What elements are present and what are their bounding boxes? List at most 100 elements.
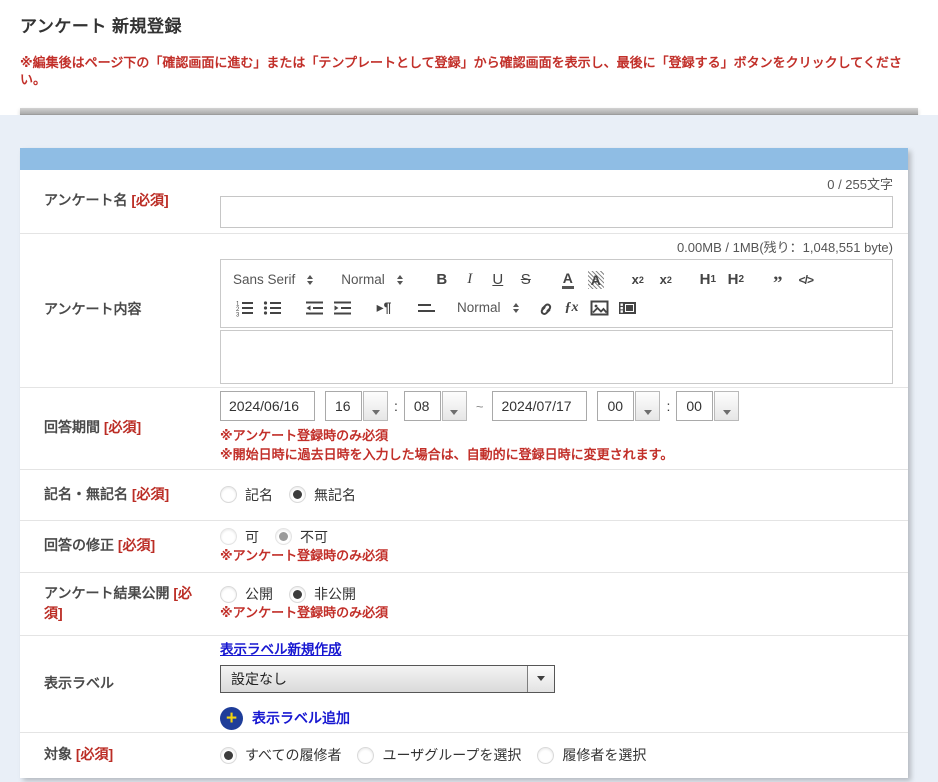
- chevron-down-icon: [537, 676, 545, 681]
- radio-button[interactable]: [220, 528, 237, 545]
- bullet-list-icon[interactable]: [261, 296, 283, 320]
- row-target: 対象 [必須] すべての履修者 ユーザグループを選択: [20, 733, 908, 778]
- radio-option-all-students[interactable]: すべての履修者: [220, 745, 341, 765]
- end-date-input[interactable]: [492, 391, 587, 421]
- survey-name-required-badge: [必須]: [131, 192, 168, 208]
- period-note-1: ※アンケート登録時のみ必須: [220, 427, 893, 446]
- range-tilde: ~: [476, 399, 484, 414]
- code-block-icon[interactable]: </>: [795, 268, 817, 292]
- radio-option-user-group[interactable]: ユーザグループを選択: [357, 745, 521, 765]
- period-note-2: ※開始日時に過去日時を入力した場合は、自動的に登録日時に変更されます。: [220, 446, 893, 465]
- row-anonymity: 記名・無記名 [必須] 記名 無記名: [20, 470, 908, 521]
- answer-period-label: 回答期間: [44, 419, 100, 435]
- page-header: アンケート 新規登録 ※編集後はページ下の「確認画面に進む」または「テンプレート…: [0, 0, 938, 115]
- survey-name-char-counter: 0 / 255文字: [220, 174, 893, 193]
- radio-option-editable[interactable]: 可: [220, 527, 259, 547]
- radio-button[interactable]: [289, 586, 306, 603]
- survey-form-panel: アンケート名 [必須] 0 / 255文字 アンケート内容 0.00MB / 1…: [20, 148, 908, 778]
- row-answer-period: 回答期間 [必須] :: [20, 388, 908, 470]
- indent-icon[interactable]: [331, 296, 353, 320]
- bold-icon[interactable]: B: [431, 268, 453, 292]
- chevron-down-icon: [723, 410, 731, 415]
- ordered-list-icon[interactable]: 123: [233, 296, 255, 320]
- page-title: アンケート 新規登録: [20, 12, 918, 37]
- row-survey-body: アンケート内容 0.00MB / 1MB(残り：1,048,551 byte) …: [20, 234, 908, 388]
- radio-option-private[interactable]: 非公開: [289, 584, 356, 604]
- row-result-publish: アンケート結果公開 [必須] 公開 非公開 ※アンケート登録: [20, 573, 908, 636]
- radio-option-named[interactable]: 記名: [220, 485, 273, 505]
- target-label: 対象: [44, 746, 72, 762]
- result-publish-label: アンケート結果公開: [44, 585, 169, 601]
- radio-button[interactable]: [220, 586, 237, 603]
- survey-name-input[interactable]: [220, 196, 893, 228]
- header-divider: [20, 108, 918, 115]
- superscript-icon[interactable]: x2: [655, 268, 677, 292]
- time-colon: :: [394, 398, 398, 414]
- start-minute-dropdown-button[interactable]: [442, 391, 467, 421]
- radio-button[interactable]: [220, 486, 237, 503]
- chevron-down-icon: [450, 410, 458, 415]
- blockquote-icon[interactable]: ”: [767, 268, 789, 292]
- align-icon[interactable]: [415, 296, 437, 320]
- header2-icon[interactable]: H2: [725, 268, 747, 292]
- display-label-label: 表示ラベル: [44, 675, 114, 691]
- survey-body-size-counter: 0.00MB / 1MB(残り：1,048,551 byte): [220, 237, 893, 256]
- underline-icon[interactable]: U: [487, 268, 509, 292]
- rich-text-editor-area[interactable]: [220, 330, 893, 384]
- radio-option-anonymous[interactable]: 無記名: [289, 485, 356, 505]
- result-publish-note: ※アンケート登録時のみ必須: [220, 604, 893, 623]
- text-color-icon[interactable]: A: [562, 271, 574, 289]
- outdent-icon[interactable]: [303, 296, 325, 320]
- radio-button[interactable]: [220, 747, 237, 764]
- radio-option-select-students[interactable]: 履修者を選択: [537, 745, 646, 765]
- target-required-badge: [必須]: [76, 746, 113, 762]
- end-hour-spinner: [597, 391, 660, 421]
- start-minute-input[interactable]: [404, 391, 441, 421]
- line-style-select[interactable]: Normal: [457, 300, 519, 315]
- radio-option-public[interactable]: 公開: [220, 584, 273, 604]
- end-hour-input[interactable]: [597, 391, 634, 421]
- row-answer-edit: 回答の修正 [必須] 可 不可 ※アンケート登録時のみ必須: [20, 521, 908, 573]
- subscript-icon[interactable]: x2: [627, 268, 649, 292]
- add-display-label-link[interactable]: 表示ラベル追加: [252, 708, 350, 728]
- radio-button[interactable]: [289, 486, 306, 503]
- font-family-select[interactable]: Sans Serif: [233, 272, 313, 287]
- survey-body-label: アンケート内容: [44, 301, 141, 317]
- anonymity-label: 記名・無記名: [44, 486, 128, 502]
- strikethrough-icon[interactable]: S: [515, 268, 537, 292]
- panel-blue-header-bar: [20, 148, 908, 170]
- text-direction-icon[interactable]: ▸¶: [373, 296, 395, 320]
- start-date-input[interactable]: [220, 391, 315, 421]
- header1-icon[interactable]: H1: [697, 268, 719, 292]
- background-color-icon[interactable]: A: [588, 271, 604, 289]
- row-display-label: 表示ラベル 表示ラベル新規作成 設定なし + 表示ラベル追加: [20, 636, 908, 733]
- start-hour-input[interactable]: [325, 391, 362, 421]
- edit-warning-note: ※編集後はページ下の「確認画面に進む」または「テンプレートとして登録」から確認画…: [20, 55, 918, 89]
- start-hour-spinner: [325, 391, 388, 421]
- end-minute-dropdown-button[interactable]: [714, 391, 739, 421]
- start-hour-dropdown-button[interactable]: [363, 391, 388, 421]
- answer-edit-note: ※アンケート登録時のみ必須: [220, 547, 893, 566]
- display-label-select[interactable]: 設定なし: [220, 665, 555, 693]
- radio-button[interactable]: [537, 747, 554, 764]
- image-icon[interactable]: [589, 296, 611, 320]
- formula-icon[interactable]: ƒx: [561, 296, 583, 320]
- plus-icon[interactable]: +: [220, 707, 243, 730]
- end-minute-spinner: [676, 391, 739, 421]
- radio-option-not-editable[interactable]: 不可: [275, 527, 328, 547]
- radio-button[interactable]: [357, 747, 374, 764]
- display-label-select-value: 設定なし: [221, 669, 527, 689]
- link-icon[interactable]: [533, 296, 555, 320]
- time-colon: :: [666, 398, 670, 414]
- heading-select[interactable]: Normal: [341, 272, 403, 287]
- display-label-select-button[interactable]: [527, 666, 554, 692]
- end-hour-dropdown-button[interactable]: [635, 391, 660, 421]
- content-background: アンケート名 [必須] 0 / 255文字 アンケート内容 0.00MB / 1…: [0, 115, 938, 782]
- answer-edit-required-badge: [必須]: [118, 537, 155, 553]
- radio-button[interactable]: [275, 528, 292, 545]
- end-minute-input[interactable]: [676, 391, 713, 421]
- italic-icon[interactable]: I: [459, 268, 481, 292]
- updown-arrows-icon: [397, 275, 403, 285]
- video-icon[interactable]: [617, 296, 639, 320]
- create-display-label-link[interactable]: 表示ラベル新規作成: [220, 642, 342, 657]
